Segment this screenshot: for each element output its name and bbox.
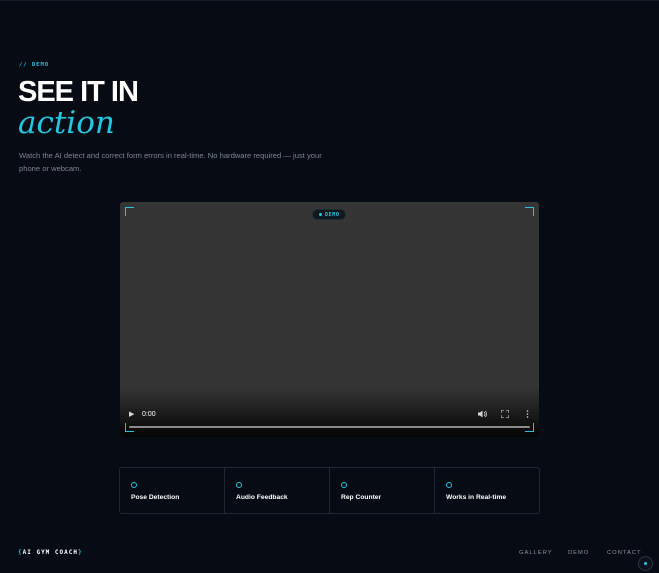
video-current-time: 0:00 <box>142 411 156 418</box>
video-progress-bar[interactable] <box>129 426 530 428</box>
feature-item: Audio Feedback <box>225 468 330 513</box>
section-title-accent: action <box>18 105 115 141</box>
feature-label: Audio Feedback <box>236 494 288 501</box>
dot-icon <box>644 562 647 565</box>
section-description: Watch the AI detect and correct form err… <box>19 151 322 173</box>
circle-outline-icon <box>446 482 452 488</box>
live-dot-icon <box>319 213 322 216</box>
section-eyebrow: // DEMO <box>19 62 50 68</box>
feature-item: Pose Detection <box>120 468 225 513</box>
brand-name: AI GYM COACH <box>22 549 78 556</box>
floating-action-button[interactable] <box>638 556 653 571</box>
footer-brand-logo[interactable]: {AI GYM COACH} <box>18 549 83 556</box>
feature-item: Rep Counter <box>330 468 435 513</box>
more-options-icon[interactable] <box>526 410 529 420</box>
demo-video-player[interactable]: DEMO ▶ 0:00 <box>120 202 539 437</box>
fullscreen-icon[interactable] <box>500 409 510 420</box>
brand-brace-close: } <box>77 549 83 556</box>
demo-badge-label: DEMO <box>325 211 340 218</box>
video-controls-shade <box>120 387 539 437</box>
feature-label: Works in Real-time <box>446 494 507 501</box>
play-icon[interactable]: ▶ <box>129 411 134 418</box>
circle-outline-icon <box>341 482 347 488</box>
footer-nav-demo[interactable]: DEMO <box>568 550 589 556</box>
feature-list: Pose Detection Audio Feedback Rep Counte… <box>119 467 540 514</box>
corner-bracket-top-left <box>125 207 134 216</box>
circle-outline-icon <box>236 482 242 488</box>
section-title: SEE IT IN <box>18 76 139 108</box>
footer-nav-contact[interactable]: CONTACT <box>607 550 642 556</box>
feature-label: Pose Detection <box>131 494 180 501</box>
footer-nav-gallery[interactable]: GALLERY <box>519 550 553 556</box>
volume-icon[interactable] <box>478 410 487 420</box>
feature-label: Rep Counter <box>341 494 382 501</box>
demo-badge: DEMO <box>312 209 347 220</box>
corner-bracket-top-right <box>525 207 534 216</box>
page: // DEMO SEE IT IN action Watch the AI de… <box>0 0 659 573</box>
circle-outline-icon <box>131 482 137 488</box>
feature-item: Works in Real-time <box>435 468 539 513</box>
